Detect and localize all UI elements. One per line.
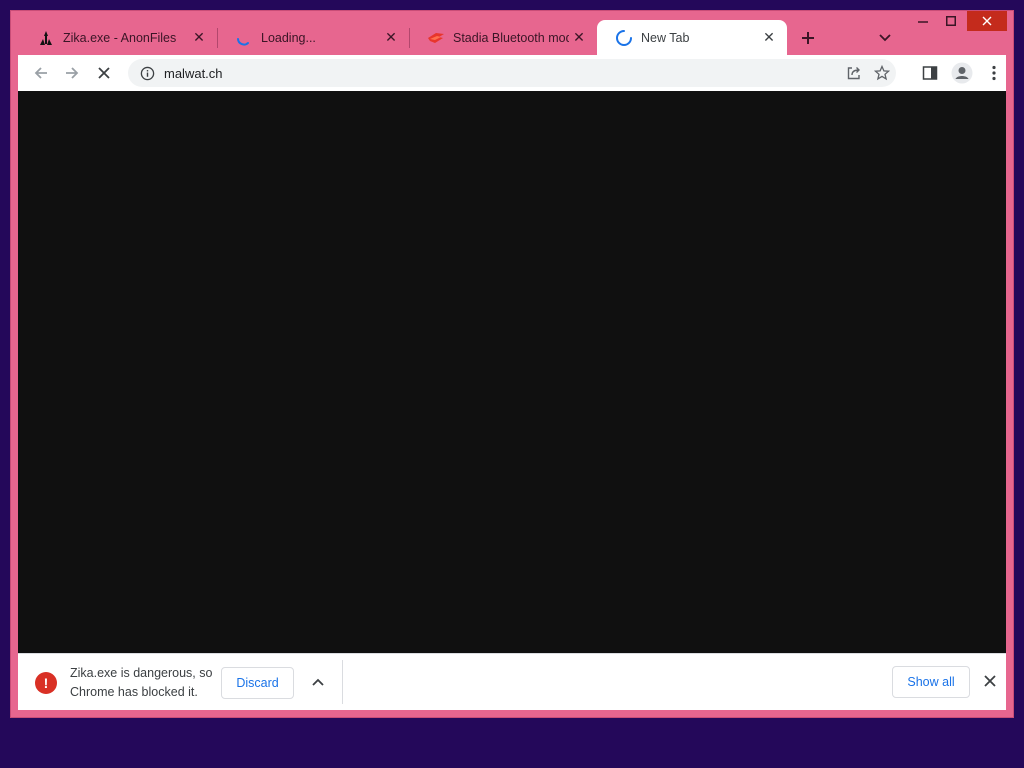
danger-warning-icon: ! bbox=[35, 672, 57, 694]
tab-zika-anonfiles[interactable]: Zika.exe - AnonFiles ✕ bbox=[19, 20, 217, 55]
site-info-icon[interactable] bbox=[138, 64, 156, 82]
stop-icon bbox=[98, 67, 110, 79]
side-panel-button[interactable] bbox=[916, 59, 944, 87]
side-panel-icon bbox=[922, 66, 938, 80]
back-button[interactable] bbox=[27, 59, 55, 87]
minimize-button[interactable] bbox=[909, 11, 937, 31]
close-shelf-button[interactable] bbox=[978, 669, 1002, 693]
arrow-right-icon bbox=[66, 67, 79, 79]
share-button[interactable] bbox=[840, 59, 868, 87]
tab-title: New Tab bbox=[641, 30, 690, 45]
download-options-button[interactable] bbox=[306, 670, 330, 694]
show-all-button[interactable]: Show all bbox=[892, 666, 970, 698]
tab-strip: Zika.exe - AnonFiles ✕ Loading... ✕ Stad… bbox=[11, 11, 1013, 55]
arrow-left-icon bbox=[34, 67, 47, 79]
tab-title: Loading... bbox=[261, 30, 316, 45]
download-warning-message: Zika.exe is dangerous, so Chrome has blo… bbox=[70, 666, 213, 699]
maximize-button[interactable] bbox=[937, 11, 965, 31]
window-close-button[interactable] bbox=[967, 11, 1007, 31]
avatar-icon bbox=[951, 62, 973, 84]
loading-spinner-icon bbox=[615, 29, 633, 47]
browser-toolbar: malwat.ch bbox=[18, 55, 1006, 91]
discard-button[interactable]: Discard bbox=[221, 667, 294, 699]
chevron-up-icon bbox=[312, 678, 324, 686]
star-icon bbox=[874, 65, 890, 81]
page-content bbox=[18, 91, 1006, 653]
tab-close-icon[interactable]: ✕ bbox=[759, 28, 779, 48]
url-input[interactable]: malwat.ch bbox=[164, 66, 840, 81]
shelf-divider bbox=[342, 660, 343, 704]
browser-window: Zika.exe - AnonFiles ✕ Loading... ✕ Stad… bbox=[10, 10, 1014, 718]
plus-icon bbox=[802, 32, 814, 44]
tab-close-icon[interactable]: ✕ bbox=[381, 28, 401, 48]
chevron-down-icon bbox=[879, 34, 891, 42]
bookmark-button[interactable] bbox=[868, 59, 896, 87]
new-tab-button[interactable] bbox=[795, 25, 821, 51]
profile-button[interactable] bbox=[948, 59, 976, 87]
more-vert-icon bbox=[992, 65, 996, 81]
loading-spinner-icon bbox=[235, 29, 253, 47]
tab-stadia-bluetooth[interactable]: Stadia Bluetooth mode ✕ bbox=[409, 20, 597, 55]
stadia-icon bbox=[427, 29, 445, 47]
tab-title: Zika.exe - AnonFiles bbox=[63, 30, 177, 45]
tab-close-icon[interactable]: ✕ bbox=[189, 28, 209, 48]
forward-button[interactable] bbox=[58, 59, 86, 87]
menu-button[interactable] bbox=[980, 59, 1008, 87]
tab-title: Stadia Bluetooth mode bbox=[453, 30, 569, 45]
tab-new-tab[interactable]: New Tab ✕ bbox=[597, 20, 787, 55]
anonfiles-icon bbox=[37, 29, 55, 47]
download-shelf: ! Zika.exe is dangerous, so Chrome has b… bbox=[18, 653, 1006, 710]
tab-loading[interactable]: Loading... ✕ bbox=[217, 20, 409, 55]
share-icon bbox=[847, 67, 860, 80]
stop-loading-button[interactable] bbox=[90, 59, 118, 87]
tab-close-icon[interactable]: ✕ bbox=[569, 28, 589, 48]
minimize-icon bbox=[918, 21, 928, 23]
maximize-icon bbox=[946, 16, 956, 26]
address-bar[interactable]: malwat.ch bbox=[128, 59, 896, 87]
tab-search-button[interactable] bbox=[873, 26, 897, 50]
close-icon bbox=[982, 16, 992, 26]
close-icon bbox=[984, 675, 996, 687]
